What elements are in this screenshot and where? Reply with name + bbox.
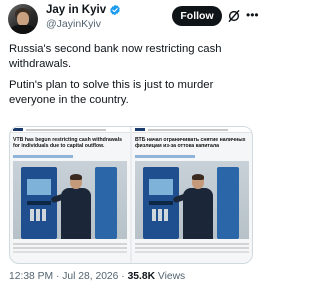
avatar-body [10,25,36,34]
views-label: Views [157,271,186,282]
grok-icon[interactable] [227,9,241,23]
site-topbar [10,127,130,133]
article-breadcrumb [13,155,73,158]
man-at-atm [50,174,93,239]
atm-machine-second [95,167,117,239]
post-time[interactable]: 12:38 PM [9,271,53,282]
man-hair [70,174,82,180]
follow-button[interactable]: Follow [172,6,222,26]
media-image-left[interactable]: VTB has begun restricting cash withdrawa… [10,127,130,263]
article-headline: ВТБ начал ограничивать снятие наличных ф… [135,137,246,150]
verified-badge-icon [110,4,120,16]
meta-separator: · [121,271,125,282]
avatar-face [17,12,29,26]
author-handle[interactable]: @JayinKyiv [46,18,121,30]
article-photo [135,161,249,239]
atm-machine [143,167,179,239]
article-breadcrumb [135,155,195,158]
article-caption-lines [135,243,249,245]
man-at-atm [172,174,215,239]
atm-slot [149,201,173,205]
post-text-paragraph-1: Russia's second bank now restricting cas… [9,43,222,70]
author-name-row: Jay in Kyiv [46,4,121,16]
article-headline: VTB has begun restricting cash withdrawa… [13,137,122,150]
media-image-right[interactable]: ВТБ начал ограничивать снятие наличных ф… [132,127,252,263]
man-hair [192,174,204,180]
post-meta: 12:38 PM · Jul 28, 2026 · 35.8K Views [9,271,185,282]
atm-keypad [152,209,170,221]
atm-screen [149,179,173,195]
site-nav [26,129,106,131]
atm-machine [21,167,57,239]
post-date[interactable]: Jul 28, 2026 [62,271,118,282]
site-logo [135,128,145,131]
meta-separator: · [55,271,60,282]
atm-keypad [30,209,48,221]
site-nav [148,129,228,131]
avatar[interactable] [8,4,38,34]
author-block: Jay in Kyiv @JayinKyiv [46,4,121,30]
article-photo [13,161,127,239]
post-media[interactable]: VTB has begun restricting cash withdrawa… [9,126,253,264]
site-topbar [132,127,252,133]
atm-screen [27,179,51,195]
author-name[interactable]: Jay in Kyiv [46,4,106,16]
article-caption-lines [13,243,127,245]
atm-slot [27,201,51,205]
site-logo [13,128,23,131]
atm-machine-second [217,167,239,239]
views-count[interactable]: 35.8K [128,271,155,282]
more-options-icon[interactable]: ••• [246,8,259,22]
post-text-paragraph-2: Putin's plan to solve this is just to mu… [9,79,214,106]
post-header: Jay in Kyiv @JayinKyiv Follow ••• [8,4,259,34]
